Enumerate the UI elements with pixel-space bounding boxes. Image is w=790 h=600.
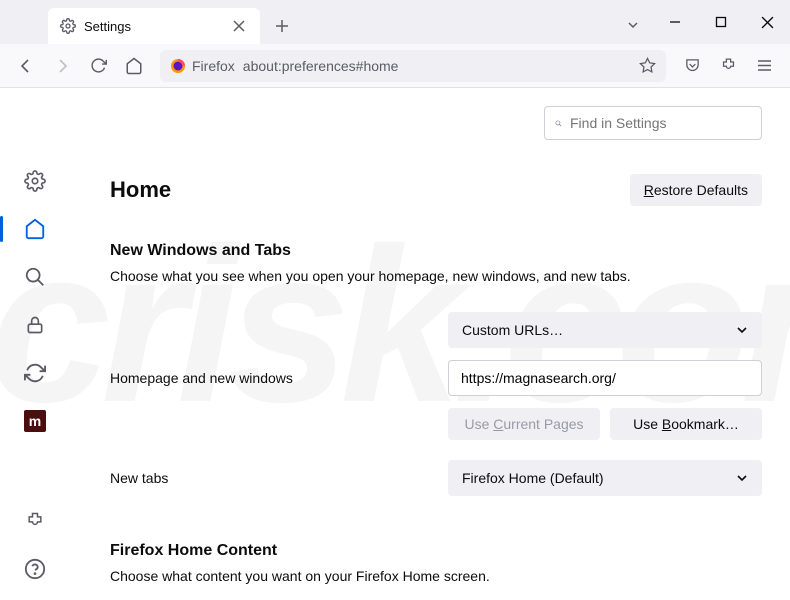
select-value: Firefox Home (Default) [462,470,604,486]
settings-search-box[interactable] [544,106,762,140]
chevron-down-icon [736,472,748,484]
minimize-button[interactable] [652,0,698,44]
select-value: Custom URLs… [462,322,563,338]
sidebar-sync-icon[interactable] [22,360,48,386]
sidebar-more-icon[interactable]: m [22,408,48,434]
url-identity-label: Firefox [192,58,235,74]
sidebar-privacy-icon[interactable] [22,312,48,338]
pocket-button[interactable] [676,50,708,82]
maximize-button[interactable] [698,0,744,44]
new-tab-button[interactable] [268,12,296,40]
extensions-button[interactable] [712,50,744,82]
restore-defaults-button[interactable]: RRestore Defaultsestore Defaults [630,174,762,206]
forward-button[interactable] [46,50,78,82]
homepage-url-input[interactable] [448,360,762,396]
section-title-home-content: Firefox Home Content [110,542,762,560]
section-title-new-windows: New Windows and Tabs [110,242,762,260]
titlebar: Settings [0,0,790,44]
url-bar[interactable]: Firefox about:preferences#home [160,50,666,82]
search-icon [555,116,562,131]
sidebar-general-icon[interactable] [22,168,48,194]
sidebar-home-icon[interactable] [22,216,48,242]
section-desc: Choose what you see when you open your h… [110,268,762,284]
search-input[interactable] [570,115,751,131]
back-button[interactable] [10,50,42,82]
close-icon[interactable] [230,17,248,35]
use-bookmark-button[interactable]: Use Bookmark… [610,408,762,440]
url-text: about:preferences#home [243,58,399,74]
bookmark-star-icon[interactable] [639,57,656,74]
newtabs-label: New tabs [110,470,430,486]
newtabs-select[interactable]: Firefox Home (Default) [448,460,762,496]
tab-title: Settings [84,19,222,34]
toolbar: Firefox about:preferences#home [0,44,790,88]
sidebar-search-icon[interactable] [22,264,48,290]
homepage-label: Homepage and new windows [110,370,430,386]
main-content: Home RRestore Defaultsestore Defaults Ne… [70,88,790,600]
browser-tab[interactable]: Settings [48,8,260,44]
firefox-logo-icon [170,58,186,74]
home-button[interactable] [118,50,150,82]
page-title: Home [110,177,171,203]
gear-icon [60,18,76,34]
homepage-mode-select[interactable]: Custom URLs… [448,312,762,348]
use-current-pages-button[interactable]: Use Current Pages [448,408,600,440]
sidebar-help-icon[interactable] [22,556,48,582]
sidebar-extensions-icon[interactable] [22,508,48,534]
chevron-down-icon [736,324,748,336]
close-window-button[interactable] [744,0,790,44]
sidebar: m [0,88,70,600]
identity-box[interactable]: Firefox [170,58,235,74]
section-desc: Choose what content you want on your Fir… [110,568,762,584]
tabs-overflow-button[interactable] [614,18,652,32]
menu-button[interactable] [748,50,780,82]
reload-button[interactable] [82,50,114,82]
